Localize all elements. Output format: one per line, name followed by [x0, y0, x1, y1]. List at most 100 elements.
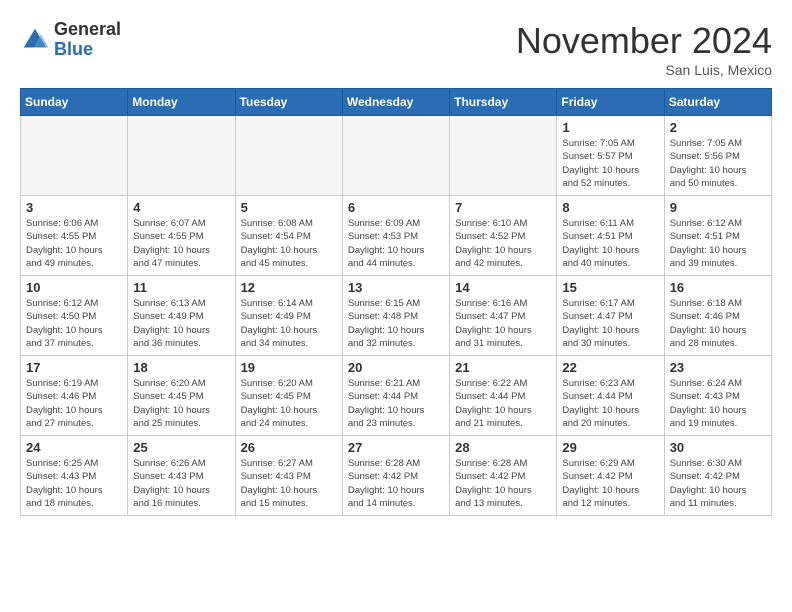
day-info: Sunrise: 6:17 AM Sunset: 4:47 PM Dayligh… — [562, 297, 658, 350]
calendar-cell: 3Sunrise: 6:06 AM Sunset: 4:55 PM Daylig… — [21, 196, 128, 276]
calendar-cell: 2Sunrise: 7:05 AM Sunset: 5:56 PM Daylig… — [664, 116, 771, 196]
col-header-thursday: Thursday — [450, 89, 557, 116]
day-number: 6 — [348, 200, 444, 215]
day-info: Sunrise: 6:12 AM Sunset: 4:51 PM Dayligh… — [670, 217, 766, 270]
day-number: 27 — [348, 440, 444, 455]
calendar-header-row: SundayMondayTuesdayWednesdayThursdayFrid… — [21, 89, 772, 116]
day-info: Sunrise: 6:25 AM Sunset: 4:43 PM Dayligh… — [26, 457, 122, 510]
calendar-cell: 4 Sunrise: 6:07 AM Sunset: 4:55 PM Daylig… — [128, 196, 235, 276]
calendar-cell: 25 Sunrise: 6:26 AM Sunset: 4:43 PM Dayli… — [128, 436, 235, 516]
logo: General Blue — [20, 20, 121, 60]
day-info: Sunrise: 6:14 AM Sunset: 4:49 PM Dayligh… — [241, 297, 337, 350]
day-number: 17 — [26, 360, 122, 375]
calendar-cell: 26 Sunrise: 6:27 AM Sunset: 4:43 PM Dayli… — [235, 436, 342, 516]
day-info: Sunrise: 6:08 AM Sunset: 4:54 PM Dayligh… — [241, 217, 337, 270]
col-header-saturday: Saturday — [664, 89, 771, 116]
day-number: 1 — [562, 120, 658, 135]
calendar-cell — [235, 116, 342, 196]
calendar-cell: 6Sunrise: 6:09 AM Sunset: 4:53 PM Daylig… — [342, 196, 449, 276]
day-number: 30 — [670, 440, 766, 455]
calendar-cell: 10 Sunrise: 6:12 AM Sunset: 4:50 PM Dayli… — [21, 276, 128, 356]
day-number: 15 — [562, 280, 658, 295]
day-number: 5 — [241, 200, 337, 215]
day-info: Sunrise: 6:28 AM Sunset: 4:42 PM Dayligh… — [455, 457, 551, 510]
day-info: Sunrise: 6:21 AM Sunset: 4:44 PM Dayligh… — [348, 377, 444, 430]
calendar-cell: 8 Sunrise: 6:11 AM Sunset: 4:51 PM Daylig… — [557, 196, 664, 276]
calendar-cell: 9Sunrise: 6:12 AM Sunset: 4:51 PM Daylig… — [664, 196, 771, 276]
calendar-cell: 14Sunrise: 6:16 AM Sunset: 4:47 PM Dayli… — [450, 276, 557, 356]
calendar-week-row: 1 Sunrise: 7:05 AM Sunset: 5:57 PM Daylig… — [21, 116, 772, 196]
calendar-cell: 21 Sunrise: 6:22 AM Sunset: 4:44 PM Dayli… — [450, 356, 557, 436]
logo-text: General Blue — [54, 20, 121, 60]
day-info: Sunrise: 6:26 AM Sunset: 4:43 PM Dayligh… — [133, 457, 229, 510]
day-number: 7 — [455, 200, 551, 215]
day-info: Sunrise: 6:28 AM Sunset: 4:42 PM Dayligh… — [348, 457, 444, 510]
day-number: 26 — [241, 440, 337, 455]
day-info: Sunrise: 6:27 AM Sunset: 4:43 PM Dayligh… — [241, 457, 337, 510]
day-number: 28 — [455, 440, 551, 455]
day-number: 20 — [348, 360, 444, 375]
day-number: 2 — [670, 120, 766, 135]
calendar-cell: 29 Sunrise: 6:29 AM Sunset: 4:42 PM Dayli… — [557, 436, 664, 516]
calendar-cell: 27 Sunrise: 6:28 AM Sunset: 4:42 PM Dayli… — [342, 436, 449, 516]
day-number: 18 — [133, 360, 229, 375]
day-info: Sunrise: 6:06 AM Sunset: 4:55 PM Dayligh… — [26, 217, 122, 270]
calendar-cell: 15 Sunrise: 6:17 AM Sunset: 4:47 PM Dayli… — [557, 276, 664, 356]
day-info: Sunrise: 6:23 AM Sunset: 4:44 PM Dayligh… — [562, 377, 658, 430]
calendar-cell: 28 Sunrise: 6:28 AM Sunset: 4:42 PM Dayli… — [450, 436, 557, 516]
calendar-cell: 13Sunrise: 6:15 AM Sunset: 4:48 PM Dayli… — [342, 276, 449, 356]
calendar-cell: 1 Sunrise: 7:05 AM Sunset: 5:57 PM Daylig… — [557, 116, 664, 196]
col-header-monday: Monday — [128, 89, 235, 116]
calendar-cell: 5 Sunrise: 6:08 AM Sunset: 4:54 PM Daylig… — [235, 196, 342, 276]
day-info: Sunrise: 6:30 AM Sunset: 4:42 PM Dayligh… — [670, 457, 766, 510]
calendar-cell: 12 Sunrise: 6:14 AM Sunset: 4:49 PM Dayli… — [235, 276, 342, 356]
day-info: Sunrise: 6:07 AM Sunset: 4:55 PM Dayligh… — [133, 217, 229, 270]
day-number: 4 — [133, 200, 229, 215]
day-number: 10 — [26, 280, 122, 295]
calendar-cell: 20 Sunrise: 6:21 AM Sunset: 4:44 PM Dayli… — [342, 356, 449, 436]
title-block: November 2024 San Luis, Mexico — [516, 20, 772, 78]
day-info: Sunrise: 6:15 AM Sunset: 4:48 PM Dayligh… — [348, 297, 444, 350]
day-info: Sunrise: 6:29 AM Sunset: 4:42 PM Dayligh… — [562, 457, 658, 510]
logo-general: General — [54, 20, 121, 40]
day-number: 25 — [133, 440, 229, 455]
calendar-cell — [21, 116, 128, 196]
day-info: Sunrise: 6:24 AM Sunset: 4:43 PM Dayligh… — [670, 377, 766, 430]
day-number: 12 — [241, 280, 337, 295]
calendar-week-row: 3Sunrise: 6:06 AM Sunset: 4:55 PM Daylig… — [21, 196, 772, 276]
day-info: Sunrise: 6:18 AM Sunset: 4:46 PM Dayligh… — [670, 297, 766, 350]
day-number: 19 — [241, 360, 337, 375]
calendar-week-row: 17 Sunrise: 6:19 AM Sunset: 4:46 PM Dayli… — [21, 356, 772, 436]
calendar-cell — [342, 116, 449, 196]
day-number: 23 — [670, 360, 766, 375]
logo-blue: Blue — [54, 40, 121, 60]
calendar-cell: 11 Sunrise: 6:13 AM Sunset: 4:49 PM Dayli… — [128, 276, 235, 356]
day-info: Sunrise: 6:12 AM Sunset: 4:50 PM Dayligh… — [26, 297, 122, 350]
day-info: Sunrise: 6:19 AM Sunset: 4:46 PM Dayligh… — [26, 377, 122, 430]
calendar-cell: 30 Sunrise: 6:30 AM Sunset: 4:42 PM Dayli… — [664, 436, 771, 516]
calendar-cell: 7Sunrise: 6:10 AM Sunset: 4:52 PM Daylig… — [450, 196, 557, 276]
calendar-cell: 17 Sunrise: 6:19 AM Sunset: 4:46 PM Dayli… — [21, 356, 128, 436]
day-info: Sunrise: 6:20 AM Sunset: 4:45 PM Dayligh… — [241, 377, 337, 430]
calendar-cell: 19 Sunrise: 6:20 AM Sunset: 4:45 PM Dayli… — [235, 356, 342, 436]
location: San Luis, Mexico — [516, 62, 772, 78]
day-number: 24 — [26, 440, 122, 455]
day-number: 29 — [562, 440, 658, 455]
calendar-cell: 18 Sunrise: 6:20 AM Sunset: 4:45 PM Dayli… — [128, 356, 235, 436]
calendar-week-row: 10 Sunrise: 6:12 AM Sunset: 4:50 PM Dayli… — [21, 276, 772, 356]
page-header: General Blue November 2024 San Luis, Mex… — [20, 20, 772, 78]
calendar-cell — [128, 116, 235, 196]
day-number: 21 — [455, 360, 551, 375]
day-info: Sunrise: 6:20 AM Sunset: 4:45 PM Dayligh… — [133, 377, 229, 430]
calendar-cell: 23 Sunrise: 6:24 AM Sunset: 4:43 PM Dayli… — [664, 356, 771, 436]
calendar-cell: 24 Sunrise: 6:25 AM Sunset: 4:43 PM Dayli… — [21, 436, 128, 516]
day-info: Sunrise: 6:22 AM Sunset: 4:44 PM Dayligh… — [455, 377, 551, 430]
col-header-friday: Friday — [557, 89, 664, 116]
col-header-sunday: Sunday — [21, 89, 128, 116]
day-info: Sunrise: 6:11 AM Sunset: 4:51 PM Dayligh… — [562, 217, 658, 270]
day-number: 11 — [133, 280, 229, 295]
day-number: 14 — [455, 280, 551, 295]
day-number: 8 — [562, 200, 658, 215]
day-info: Sunrise: 6:13 AM Sunset: 4:49 PM Dayligh… — [133, 297, 229, 350]
day-info: Sunrise: 7:05 AM Sunset: 5:57 PM Dayligh… — [562, 137, 658, 190]
